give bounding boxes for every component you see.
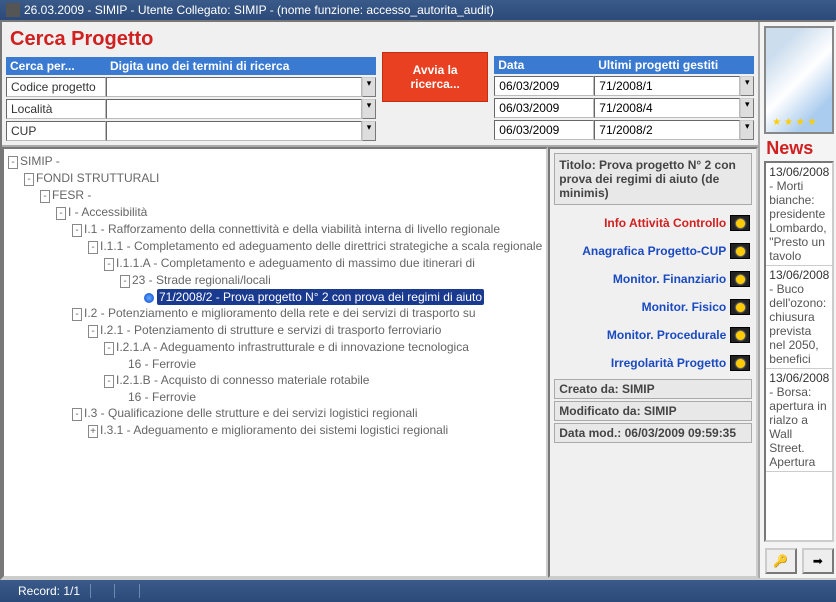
traffic-icon [730, 327, 750, 343]
link-fisico[interactable]: Monitor. Fisico [550, 293, 756, 321]
status-record: Record: 1/1 [8, 584, 91, 598]
dropdown-icon[interactable]: ▾ [740, 76, 754, 96]
status-cell [115, 584, 139, 598]
recent-hdr-proj: Ultimi progetti gestiti [598, 58, 718, 72]
title-text: 26.03.2009 - SIMIP - Utente Collegato: S… [24, 3, 494, 17]
traffic-icon [730, 215, 750, 231]
app-icon [6, 3, 20, 17]
tree-node[interactable]: I.3 - Qualificazione delle strutture e d… [84, 406, 418, 420]
tree-node[interactable]: SIMIP - [20, 154, 60, 168]
recent-proj: 71/2008/4 [594, 98, 740, 118]
tree-node[interactable]: I.2.1.B - Acquisto di connesso materiale… [116, 373, 369, 387]
search-button[interactable]: Avvia la ricerca... [382, 52, 488, 102]
recent-row[interactable]: 06/03/2009 71/2008/1 ▾ [494, 76, 754, 96]
search-title: Cerca Progetto [6, 26, 376, 57]
recent-hdr-date: Data [498, 58, 598, 72]
dropdown-icon[interactable]: ▾ [740, 120, 754, 140]
info-modificato: Modificato da: SIMIP [554, 401, 752, 421]
dropdown-icon[interactable]: ▾ [362, 121, 376, 141]
traffic-icon [730, 243, 750, 259]
right-panel: ★ ★ ★ ★ News 13/06/2008 - Morti bianche:… [760, 22, 836, 578]
traffic-icon [730, 355, 750, 371]
title-bar: 26.03.2009 - SIMIP - Utente Collegato: S… [0, 0, 836, 20]
search-hdr-col2: Digita uno dei termini di ricerca [110, 59, 289, 73]
tree-node[interactable]: FONDI STRUTTURALI [36, 171, 159, 185]
dropdown-icon[interactable]: ▾ [740, 98, 754, 118]
status-bar: Record: 1/1 [0, 580, 836, 602]
link-anagrafica[interactable]: Anagrafica Progetto-CUP [550, 237, 756, 265]
dropdown-icon[interactable]: ▾ [362, 99, 376, 119]
label-localita: Località [6, 99, 106, 119]
news-item[interactable]: 13/06/2008 - Buco dell'ozono: chiusura p… [766, 266, 832, 369]
recent-date: 06/03/2009 [494, 76, 594, 96]
tree-node[interactable]: I.2.1 - Potenziamento di strutture e ser… [100, 323, 441, 337]
tree-node[interactable]: I.3.1 - Adeguamento e miglioramento dei … [100, 423, 448, 437]
exit-button[interactable]: ➡ [802, 548, 834, 574]
recent-block: Data Ultimi progetti gestiti 06/03/2009 … [494, 26, 754, 140]
tree-node[interactable]: I.1.1 - Completamento ed adeguamento del… [100, 239, 542, 253]
recent-row[interactable]: 06/03/2009 71/2008/2 ▾ [494, 120, 754, 140]
traffic-icon [730, 271, 750, 287]
link-finanziario[interactable]: Monitor. Finanziario [550, 265, 756, 293]
search-row-codice: Codice progetto ▾ [6, 77, 376, 97]
recent-proj: 71/2008/2 [594, 120, 740, 140]
tree-node[interactable]: I.2 - Potenziamento e miglioramento dell… [84, 306, 476, 320]
search-row-localita: Località ▾ [6, 99, 376, 119]
tree-node[interactable]: 23 - Strade regionali/locali [132, 273, 271, 287]
search-hdr-col1: Cerca per... [10, 59, 110, 73]
recent-date: 06/03/2009 [494, 98, 594, 118]
tree-node[interactable]: 16 - Ferrovie [128, 357, 196, 371]
link-irregolarita[interactable]: Irregolarità Progetto [550, 349, 756, 377]
search-row-cup: CUP ▾ [6, 121, 376, 141]
recent-proj: 71/2008/1 [594, 76, 740, 96]
news-item[interactable]: 13/06/2008 - Morti bianche: presidente L… [766, 163, 832, 266]
tree-node[interactable]: I - Accessibilità [68, 205, 147, 219]
info-pane: Titolo: Prova progetto N° 2 con prova de… [548, 147, 758, 578]
input-cup[interactable] [106, 121, 362, 141]
news-title: News [760, 138, 836, 159]
tree-pane[interactable]: -SIMIP - -FONDI STRUTTURALI -FESR - -I -… [2, 147, 548, 578]
info-title: Titolo: Prova progetto N° 2 con prova de… [554, 153, 752, 205]
tree-node[interactable]: I.1.1.A - Completamento e adeguamento di… [116, 256, 475, 270]
workspace: Cerca Progetto Cerca per... Digita uno d… [0, 20, 836, 580]
key-button[interactable]: 🔑 [765, 548, 797, 574]
recent-row[interactable]: 06/03/2009 71/2008/4 ▾ [494, 98, 754, 118]
label-codice: Codice progetto [6, 77, 106, 97]
link-procedurale[interactable]: Monitor. Procedurale [550, 321, 756, 349]
recent-date: 06/03/2009 [494, 120, 594, 140]
tree-node[interactable]: 16 - Ferrovie [128, 390, 196, 404]
button-row: 🔑 ➡ [760, 544, 836, 578]
left-panel: Cerca Progetto Cerca per... Digita uno d… [2, 22, 760, 578]
link-info-attivita[interactable]: Info Attività Controllo [550, 209, 756, 237]
bullet-icon [144, 293, 154, 303]
header-row: Cerca Progetto Cerca per... Digita uno d… [2, 22, 758, 145]
news-item[interactable]: 13/06/2008 - Borsa: apertura in rialzo a… [766, 369, 832, 472]
tree-node-selected[interactable]: 71/2008/2 - Prova progetto N° 2 con prov… [157, 289, 484, 305]
status-cell [91, 584, 115, 598]
info-datamod: Data mod.: 06/03/2009 09:59:35 [554, 423, 752, 443]
input-codice[interactable] [106, 77, 362, 97]
body-row: -SIMIP - -FONDI STRUTTURALI -FESR - -I -… [2, 145, 758, 578]
input-localita[interactable] [106, 99, 362, 119]
label-cup: CUP [6, 121, 106, 141]
dropdown-icon[interactable]: ▾ [362, 77, 376, 97]
search-block: Cerca Progetto Cerca per... Digita uno d… [6, 26, 376, 141]
tree-node[interactable]: I.1 - Rafforzamento della connettività e… [84, 222, 500, 236]
info-creato: Creato da: SIMIP [554, 379, 752, 399]
traffic-icon [730, 299, 750, 315]
recent-header: Data Ultimi progetti gestiti [494, 56, 754, 74]
tree-node[interactable]: FESR - [52, 188, 91, 202]
map-image: ★ ★ ★ ★ [764, 26, 834, 134]
news-list[interactable]: 13/06/2008 - Morti bianche: presidente L… [764, 161, 834, 542]
search-header: Cerca per... Digita uno dei termini di r… [6, 57, 376, 75]
tree-node[interactable]: I.2.1.A - Adeguamento infrastrutturale e… [116, 340, 469, 354]
